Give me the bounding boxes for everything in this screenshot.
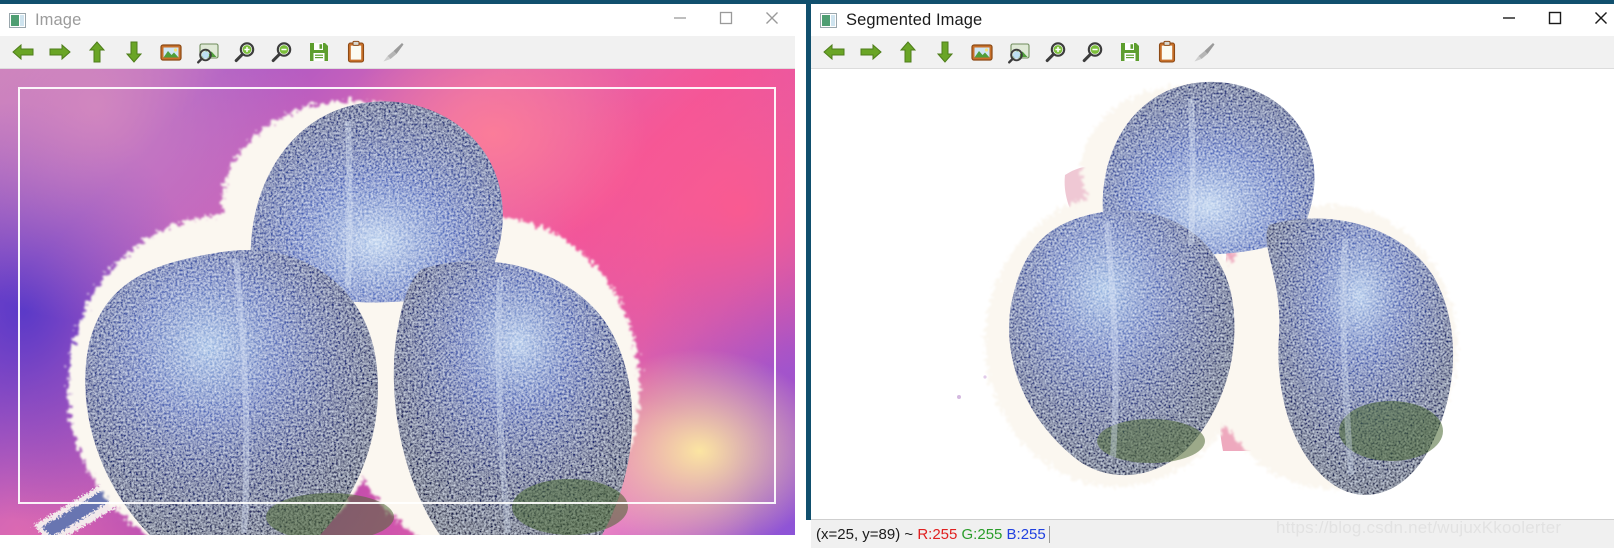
status-blue-value: B:255	[1002, 525, 1046, 543]
forward-arrow-icon[interactable]	[41, 36, 78, 68]
app-icon	[820, 12, 837, 28]
image-window: Image	[0, 0, 795, 548]
selection-rectangle[interactable]	[18, 87, 776, 504]
segmented-window-toolbar	[811, 36, 1614, 69]
brush-icon[interactable]	[1185, 36, 1222, 68]
save-icon[interactable]	[300, 36, 337, 68]
status-coordinates: (x=25, y=89) ~ R:255 G:255 B:255	[816, 526, 1046, 543]
segmented-image-canvas[interactable]	[811, 69, 1614, 519]
image-window-controls	[657, 2, 795, 34]
image-window-title: Image	[35, 10, 82, 29]
desktop: Image Segmented Image (x=25, y=89) ~ R:2…	[0, 0, 1614, 548]
down-arrow-icon[interactable]	[926, 36, 963, 68]
save-icon[interactable]	[1111, 36, 1148, 68]
down-arrow-icon[interactable]	[115, 36, 152, 68]
minimize-button[interactable]	[657, 2, 703, 34]
segmented-window-controls	[1486, 2, 1614, 34]
image-icon[interactable]	[963, 36, 1000, 68]
app-icon	[9, 12, 26, 28]
clipboard-icon[interactable]	[1148, 36, 1185, 68]
zoom-in-icon[interactable]	[226, 36, 263, 68]
close-button[interactable]	[749, 2, 795, 34]
up-arrow-icon[interactable]	[78, 36, 115, 68]
brush-icon[interactable]	[374, 36, 411, 68]
segmented-status-bar: (x=25, y=89) ~ R:255 G:255 B:255	[811, 519, 1614, 548]
zoom-out-icon[interactable]	[1074, 36, 1111, 68]
clipboard-icon[interactable]	[337, 36, 374, 68]
forward-arrow-icon[interactable]	[852, 36, 889, 68]
close-button[interactable]	[1578, 2, 1614, 34]
image-window-toolbar	[0, 36, 795, 69]
segmented-frost-leaf	[939, 79, 1479, 515]
status-red-value: R:255	[917, 525, 958, 543]
status-coords-text: (x=25, y=89) ~	[816, 525, 918, 543]
maximize-button[interactable]	[1532, 2, 1578, 34]
zoom-out-icon[interactable]	[263, 36, 300, 68]
back-arrow-icon[interactable]	[815, 36, 852, 68]
image-canvas[interactable]	[0, 69, 795, 535]
zoom-to-fit-icon[interactable]	[189, 36, 226, 68]
up-arrow-icon[interactable]	[889, 36, 926, 68]
segmented-image-window: Segmented Image (x=25, y=89) ~ R:255 G:2…	[795, 0, 1614, 548]
status-green-value: G:255	[957, 525, 1003, 543]
image-icon[interactable]	[152, 36, 189, 68]
status-caret	[1048, 525, 1050, 543]
minimize-button[interactable]	[1486, 2, 1532, 34]
zoom-in-icon[interactable]	[1037, 36, 1074, 68]
segmented-window-title: Segmented Image	[846, 10, 983, 29]
maximize-button[interactable]	[703, 2, 749, 34]
zoom-to-fit-icon[interactable]	[1000, 36, 1037, 68]
back-arrow-icon[interactable]	[4, 36, 41, 68]
